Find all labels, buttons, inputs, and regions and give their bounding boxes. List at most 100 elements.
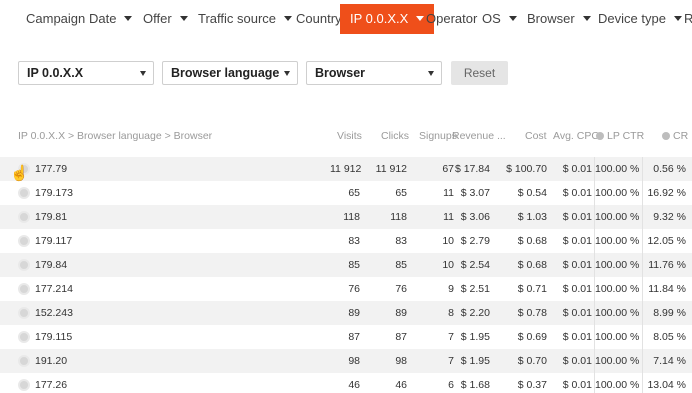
cell-ip: 177.79 [35,163,68,175]
column-divider [642,277,643,301]
cell-lp-ctr: 100.00 % [595,355,640,367]
cell-ip: 177.214 [35,283,73,295]
cell-avg-cpc: $ 0.01 [562,187,592,199]
table-row[interactable]: 179.81 118 118 11 $ 3.06 $ 1.03 $ 0.01 100.00 %… [0,205,692,229]
cell-ip: 179.173 [35,187,73,199]
cell-avg-cpc: $ 0.01 [562,379,592,391]
nav-item-offer[interactable]: Offer [143,4,188,34]
table-row[interactable]: 179.117 83 83 10 $ 2.79 $ 0.68 $ 0.01 100.00 % 1… [0,229,692,253]
nav-item-os[interactable]: OS [482,4,517,34]
settings-icon[interactable] [18,211,30,223]
cell-revenue: $ 17.84 [454,163,490,175]
cell-revenue: $ 1.95 [460,355,490,367]
cell-cr: 7.14 % [653,355,686,367]
cell-ip: 179.115 [35,331,73,343]
table-row[interactable]: 177.79 11 912 11 912 67 $ 17.84 $ 100.70 $ 0.0… [0,157,692,181]
cell-cost: $ 0.70 [517,355,547,367]
select-value: IP 0.0.X.X [27,66,84,80]
col-visits[interactable]: Visits [337,130,362,142]
cell-clicks: 76 [395,283,407,295]
nav-item-label: Country [296,11,342,26]
col-cr[interactable]: CR [662,130,688,142]
cell-cost: $ 1.03 [517,211,547,223]
cell-visits: 118 [343,211,360,223]
col-revenue-label: Revenue [452,130,495,142]
nav-item-date[interactable]: Date [89,4,133,34]
grouping-select-3[interactable]: Browser [306,61,442,85]
settings-icon[interactable] [18,307,30,319]
settings-icon[interactable] [18,187,30,199]
cell-clicks: 11 912 [375,163,407,175]
cell-cr: 11.76 % [648,259,686,271]
nav-item-country[interactable]: Country [296,4,342,34]
nav-item-label: Date [89,11,117,26]
settings-icon[interactable] [18,259,30,271]
column-divider [594,349,595,373]
reset-button[interactable]: Reset [451,61,508,85]
settings-icon[interactable] [18,235,30,247]
cell-avg-cpc: $ 0.01 [562,163,592,175]
cell-revenue: $ 1.68 [460,379,490,391]
grouping-select-1[interactable]: IP 0.0.X.X [18,61,154,85]
settings-icon[interactable] [18,355,30,367]
grouping-select-2[interactable]: Browser language [162,61,298,85]
column-divider [594,181,595,205]
col-lp-ctr[interactable]: LP CTR [596,130,644,142]
column-divider [642,253,643,277]
cell-cost: $ 0.69 [517,331,547,343]
column-divider [594,205,595,229]
cell-revenue: $ 1.95 [460,331,490,343]
column-divider [594,301,595,325]
column-divider [642,181,643,205]
table-row[interactable]: 179.173 65 65 11 $ 3.07 $ 0.54 $ 0.01 100.00 % 1… [0,181,692,205]
column-divider [594,229,595,253]
nav-item-campaign[interactable]: Campaign [26,4,85,34]
nav-item-label: Browser [527,11,575,26]
cell-avg-cpc: $ 0.01 [562,307,592,319]
settings-icon[interactable] [18,379,30,391]
settings-icon[interactable] [18,283,30,295]
caret-down-icon [284,71,290,76]
col-clicks[interactable]: Clicks [381,130,409,142]
caret-down-icon [284,16,293,22]
col-cost[interactable]: Cost [525,130,547,142]
caret-down-icon [140,71,146,76]
column-divider [594,253,595,277]
cell-visits: 65 [348,187,360,199]
nav-item-ip[interactable]: IP 0.0.X.X [340,4,435,34]
table-row[interactable]: 191.20 98 98 7 $ 1.95 $ 0.70 $ 0.01 100.00 % 7.1… [0,349,692,373]
cell-cr: 9.32 % [653,211,686,223]
cell-avg-cpc: $ 0.01 [562,211,592,223]
nav-item-operator[interactable]: Operator [426,4,477,34]
select-value: Browser [315,66,366,80]
cell-lp-ctr: 100.00 % [595,283,640,295]
settings-icon[interactable] [18,331,30,343]
nav-item-device-type[interactable]: Device type [598,4,682,34]
nav-item-label: Operator [426,11,478,26]
col-revenue[interactable]: Revenue ... [452,130,506,142]
nav-item-traffic-source[interactable]: Traffic source [198,4,293,34]
nav-item-r[interactable]: R [684,4,692,34]
col-avg-cpc[interactable]: Avg. CPC [553,130,599,142]
table-row[interactable]: 179.84 85 85 10 $ 2.54 $ 0.68 $ 0.01 100.00 % 11… [0,253,692,277]
cell-visits: 46 [348,379,360,391]
cell-ip: 152.243 [35,307,73,319]
cell-clicks: 98 [395,355,407,367]
cell-clicks: 85 [395,259,407,271]
table-row[interactable]: 177.26 46 46 6 $ 1.68 $ 0.37 $ 0.01 100.00 % 13.… [0,373,692,393]
cell-visits: 83 [348,235,360,247]
cell-revenue: $ 2.54 [460,259,490,271]
nav-item-browser[interactable]: Browser [527,4,591,34]
cell-cost: $ 100.70 [506,163,547,175]
table-row[interactable]: 177.214 76 76 9 $ 2.51 $ 0.71 $ 0.01 100.00 % 11… [0,277,692,301]
column-divider [642,349,643,373]
cell-clicks: 65 [395,187,407,199]
cell-revenue: $ 2.20 [460,307,490,319]
cell-ip: 179.81 [35,211,68,223]
nav-item-label: Device type [598,11,666,26]
cell-clicks: 87 [395,331,407,343]
caret-down-icon [508,16,517,22]
table-row[interactable]: 179.115 87 87 7 $ 1.95 $ 0.69 $ 0.01 100.00 % 8.… [0,325,692,349]
table-row[interactable]: 152.243 89 89 8 $ 2.20 $ 0.78 $ 0.01 100.00 % 8.… [0,301,692,325]
cell-ip: 177.26 [35,379,68,391]
